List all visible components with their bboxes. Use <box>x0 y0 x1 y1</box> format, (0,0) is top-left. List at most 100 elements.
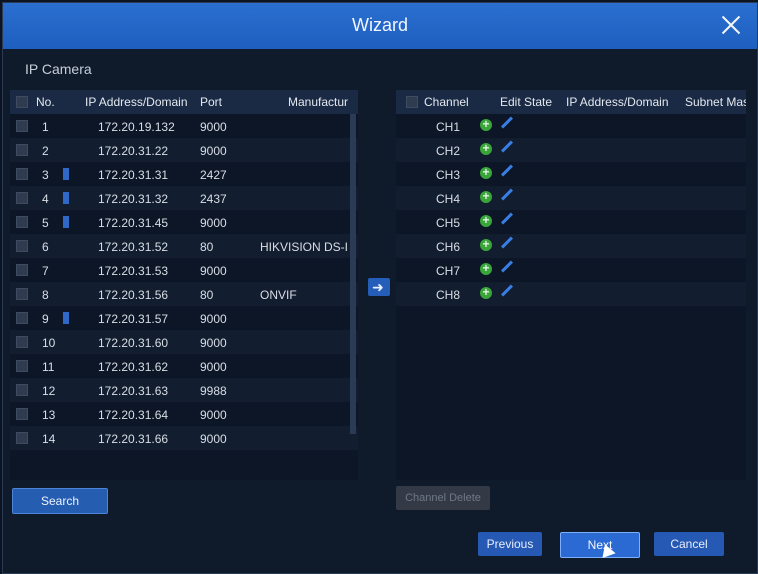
row-port: 2437 <box>200 192 227 206</box>
window-title: Wizard <box>351 15 408 35</box>
row-ip: 172.20.31.57 <box>98 312 169 326</box>
row-checkbox[interactable] <box>16 240 28 252</box>
add-icon[interactable] <box>480 237 492 251</box>
status-badge <box>63 168 69 180</box>
table-row[interactable]: 7 172.20.31.53 9000 <box>10 258 358 282</box>
row-checkbox[interactable] <box>16 120 28 132</box>
table-row[interactable]: 5 172.20.31.45 9000 <box>10 210 358 234</box>
left-scrollbar[interactable] <box>350 114 356 434</box>
channel-row[interactable]: CH2 <box>396 138 746 162</box>
row-checkbox[interactable] <box>16 288 28 300</box>
header-port: Port <box>200 95 223 109</box>
row-no: 2 <box>42 144 49 158</box>
right-table-header: Channel Edit State IP Address/Domain Sub… <box>396 90 746 114</box>
row-ip: 172.20.31.56 <box>98 288 169 302</box>
header-edit-state: Edit State <box>500 95 553 109</box>
add-icon[interactable] <box>480 141 492 155</box>
status-badge <box>63 312 69 324</box>
select-all-checkbox[interactable] <box>16 96 28 108</box>
table-row[interactable]: 13 172.20.31.64 9000 <box>10 402 358 426</box>
edit-icon[interactable] <box>500 188 514 201</box>
row-port: 9988 <box>200 384 227 398</box>
channel-name: CH2 <box>436 144 461 158</box>
add-icon[interactable] <box>480 165 492 179</box>
cancel-button[interactable]: Cancel <box>654 532 724 556</box>
table-row[interactable]: 1 172.20.19.132 9000 <box>10 114 358 138</box>
row-manufacturer: ONVIF <box>260 288 297 302</box>
channel-name: CH4 <box>436 192 461 206</box>
row-ip: 172.20.31.22 <box>98 144 169 158</box>
select-all-channels-checkbox[interactable] <box>406 96 418 108</box>
channel-row[interactable]: CH5 <box>396 210 746 234</box>
add-icon[interactable] <box>480 213 492 227</box>
add-icon[interactable] <box>480 285 492 299</box>
edit-icon[interactable] <box>500 116 514 129</box>
channel-row[interactable]: CH7 <box>396 258 746 282</box>
edit-icon[interactable] <box>500 236 514 249</box>
ip-camera-search-list: No. IP Address/Domain Port Manufactur 11… <box>10 90 358 480</box>
row-checkbox[interactable] <box>16 144 28 156</box>
table-row[interactable]: 14 172.20.31.66 9000 <box>10 426 358 450</box>
channel-name: CH8 <box>436 288 461 302</box>
left-table-header: No. IP Address/Domain Port Manufactur <box>10 90 358 114</box>
channel-row[interactable]: CH4 <box>396 186 746 210</box>
channel-row[interactable]: CH6 <box>396 234 746 258</box>
channel-delete-button[interactable]: Channel Delete <box>396 486 490 510</box>
row-checkbox[interactable] <box>16 192 28 204</box>
add-icon[interactable] <box>480 261 492 275</box>
add-icon[interactable] <box>480 117 492 131</box>
channel-row[interactable]: CH1 <box>396 114 746 138</box>
table-row[interactable]: 2 172.20.31.22 9000 <box>10 138 358 162</box>
row-port: 9000 <box>200 336 227 350</box>
status-badge <box>63 216 69 228</box>
edit-icon[interactable] <box>500 260 514 273</box>
channel-row[interactable]: CH8 <box>396 282 746 306</box>
row-checkbox[interactable] <box>16 432 28 444</box>
row-no: 11 <box>42 360 55 374</box>
row-port: 80 <box>200 240 214 254</box>
title-bar: Wizard <box>3 3 757 49</box>
table-row[interactable]: 8 172.20.31.56 80 ONVIF <box>10 282 358 306</box>
table-row[interactable]: 12 172.20.31.63 9988 <box>10 378 358 402</box>
close-icon[interactable] <box>717 11 745 39</box>
table-row[interactable]: 3 172.20.31.31 2427 <box>10 162 358 186</box>
row-checkbox[interactable] <box>16 408 28 420</box>
search-button[interactable]: Search <box>12 488 108 514</box>
row-ip: 172.20.31.62 <box>98 360 169 374</box>
row-checkbox[interactable] <box>16 384 28 396</box>
row-checkbox[interactable] <box>16 216 28 228</box>
row-checkbox[interactable] <box>16 168 28 180</box>
row-port: 9000 <box>200 216 227 230</box>
add-icon[interactable] <box>480 189 492 203</box>
channel-name: CH1 <box>436 120 461 134</box>
edit-icon[interactable] <box>500 164 514 177</box>
table-row[interactable]: 10 172.20.31.60 9000 <box>10 330 358 354</box>
row-manufacturer: HIKVISION DS-I <box>260 240 349 254</box>
table-row[interactable]: 11 172.20.31.62 9000 <box>10 354 358 378</box>
header-subnet: Subnet Mas <box>685 95 746 109</box>
row-port: 9000 <box>200 432 227 446</box>
row-no: 10 <box>42 336 56 350</box>
table-row[interactable]: 9 172.20.31.57 9000 <box>10 306 358 330</box>
row-port: 9000 <box>200 408 227 422</box>
edit-icon[interactable] <box>500 212 514 225</box>
row-no: 12 <box>42 384 56 398</box>
row-checkbox[interactable] <box>16 360 28 372</box>
channel-row[interactable]: CH3 <box>396 162 746 186</box>
row-no: 5 <box>42 216 49 230</box>
row-port: 9000 <box>200 120 227 134</box>
add-to-channels-button[interactable] <box>368 278 390 296</box>
edit-icon[interactable] <box>500 140 514 153</box>
header-channel-ip: IP Address/Domain <box>566 95 669 109</box>
channel-name: CH7 <box>436 264 461 278</box>
row-checkbox[interactable] <box>16 312 28 324</box>
table-row[interactable]: 6 172.20.31.52 80 HIKVISION DS-I <box>10 234 358 258</box>
row-checkbox[interactable] <box>16 264 28 276</box>
previous-button[interactable]: Previous <box>478 532 542 556</box>
table-row[interactable]: 4 172.20.31.32 2437 <box>10 186 358 210</box>
edit-icon[interactable] <box>500 284 514 297</box>
row-port: 9000 <box>200 264 227 278</box>
row-no: 4 <box>42 192 49 206</box>
row-checkbox[interactable] <box>16 336 28 348</box>
row-ip: 172.20.19.132 <box>98 120 175 134</box>
